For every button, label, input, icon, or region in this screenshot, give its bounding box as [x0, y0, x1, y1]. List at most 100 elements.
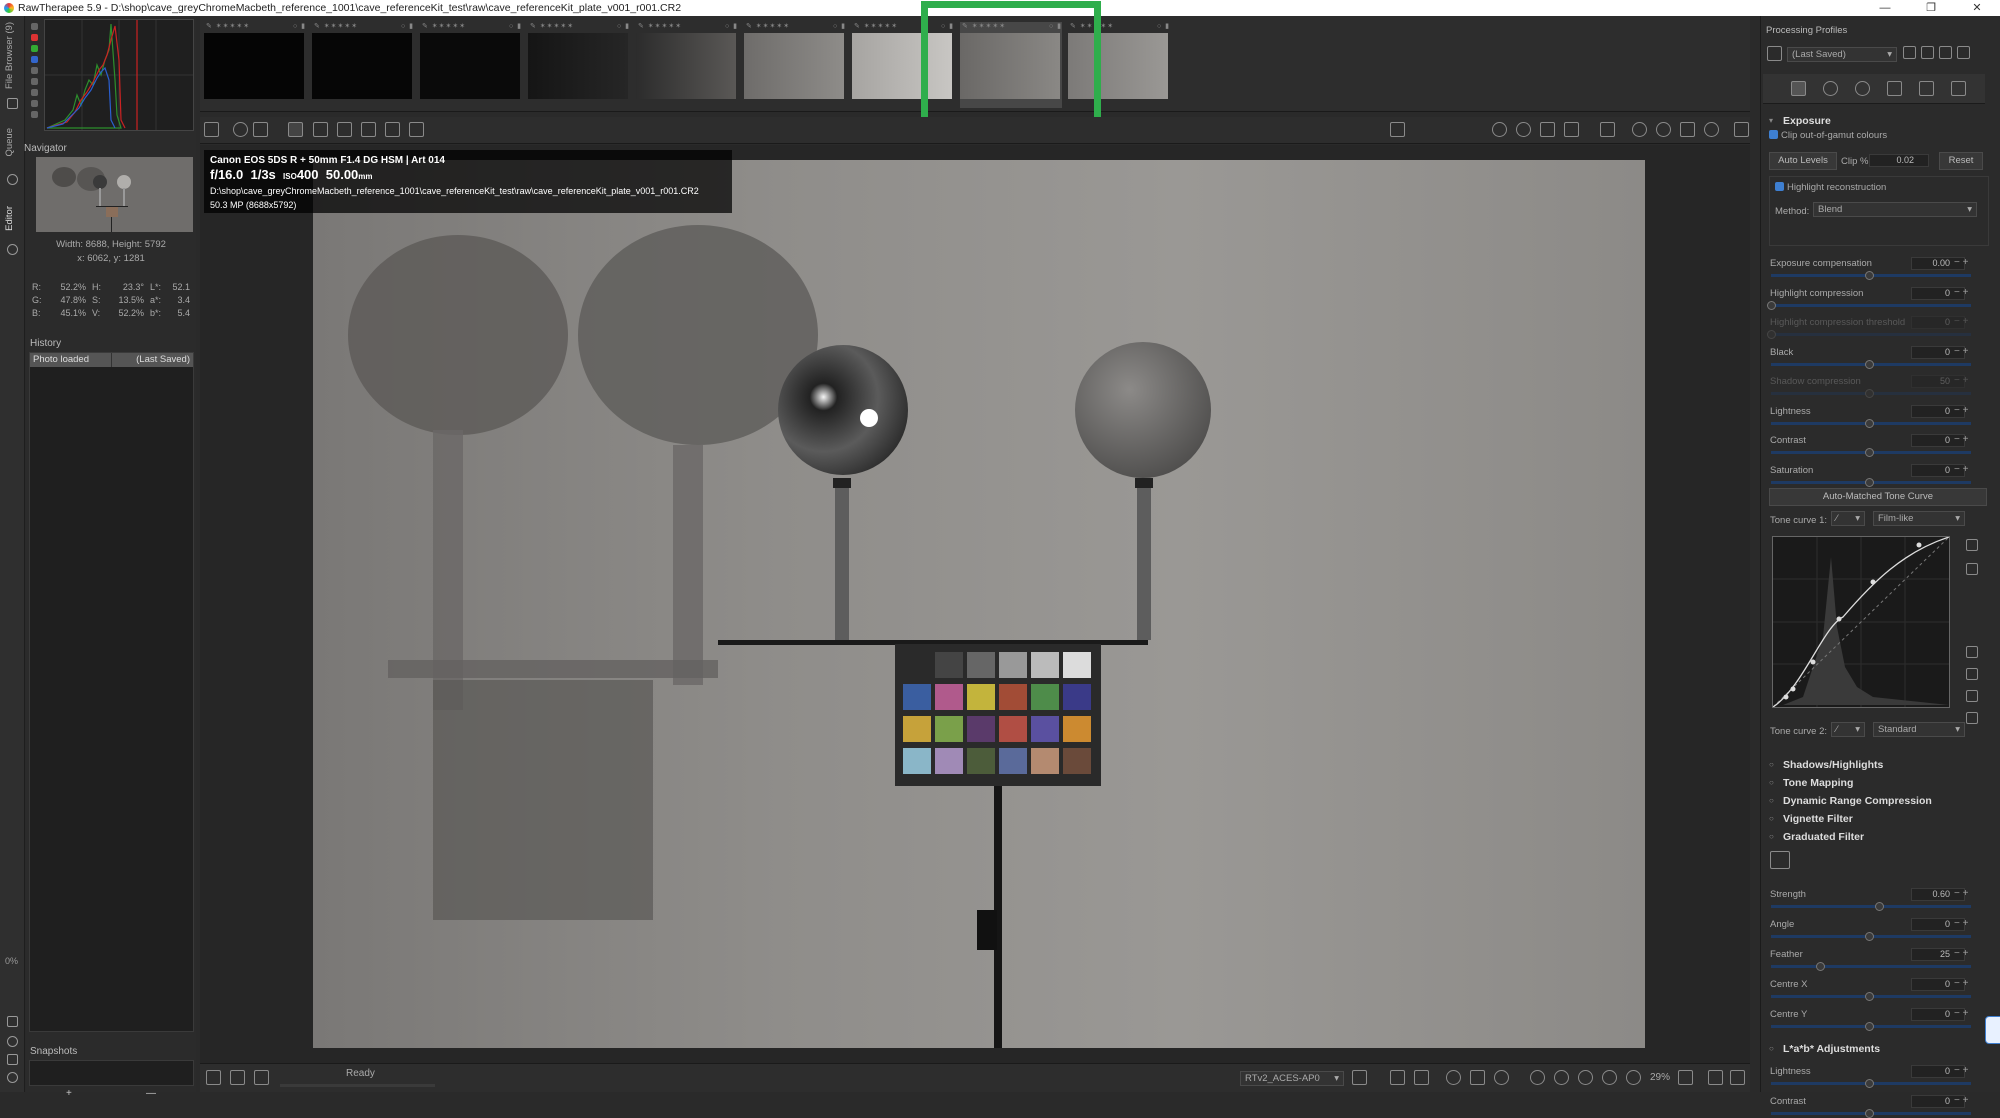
slider-track[interactable] [1771, 271, 1971, 280]
slider-stepper[interactable]: − + [1954, 888, 1968, 899]
graduated-filter-edit-icon[interactable] [1770, 851, 1790, 869]
thumbnail[interactable]: ✎ ✶✶✶✶✶ ○ ▮ [528, 22, 630, 108]
slider-knob[interactable] [1865, 359, 1874, 369]
collapse-icon[interactable] [1730, 1070, 1745, 1085]
slider-track[interactable] [1771, 1079, 1971, 1088]
red-channel-icon[interactable] [31, 34, 38, 41]
intent-icon[interactable] [1352, 1070, 1367, 1085]
curve-edit-icon[interactable] [1966, 539, 1978, 551]
thumbnail[interactable]: ✎ ✶✶✶✶✶ ○ ▮ [204, 22, 306, 108]
slider-knob[interactable] [1865, 1079, 1874, 1088]
fullscreen-icon[interactable] [1708, 1070, 1723, 1085]
slider-knob[interactable] [1865, 1022, 1874, 1031]
clip-value[interactable]: 0.02 [1869, 154, 1929, 167]
slider-stepper[interactable]: − + [1954, 918, 1968, 929]
histogram-mode-icon[interactable] [31, 111, 38, 118]
zoom-in-icon[interactable] [1554, 1070, 1569, 1085]
sync-icon[interactable] [1470, 1070, 1485, 1085]
luminance-icon[interactable] [31, 67, 38, 74]
profile-list-icon[interactable] [1767, 46, 1782, 61]
slider-track[interactable] [1771, 992, 1971, 1001]
slider-stepper[interactable]: − + [1954, 316, 1968, 327]
tone-curve-1-type-select[interactable]: ⁄ [1831, 511, 1865, 526]
slider-knob[interactable] [1865, 389, 1874, 398]
slider-stepper[interactable]: − + [1954, 978, 1968, 989]
preview-grid-icon[interactable] [409, 122, 424, 137]
open-profile-icon[interactable] [1903, 46, 1916, 59]
slider-track[interactable] [1767, 300, 1971, 310]
grid-icon[interactable] [7, 1054, 18, 1065]
tab-advanced-icon[interactable] [1887, 81, 1902, 96]
profile-select[interactable]: (Last Saved) [1787, 47, 1897, 62]
save-icon[interactable] [206, 1070, 221, 1085]
slider-track[interactable] [1771, 418, 1971, 428]
slider-track[interactable] [1771, 359, 1971, 369]
slider-stepper[interactable]: − + [1954, 287, 1968, 298]
slider-knob[interactable] [1865, 992, 1874, 1001]
hide-right-panel-icon[interactable] [1734, 122, 1749, 137]
folder-icon[interactable] [7, 98, 18, 109]
slider-knob[interactable] [1874, 902, 1884, 911]
slider-stepper[interactable]: − + [1954, 464, 1968, 475]
queue-icon[interactable] [230, 1070, 245, 1085]
tone-curve-editor[interactable] [1772, 536, 1950, 708]
remote-support-tab[interactable] [1985, 1016, 2000, 1044]
slider-knob[interactable] [1865, 932, 1874, 941]
slider-knob[interactable] [1767, 300, 1776, 310]
navigator-thumbnail[interactable] [36, 157, 193, 232]
section-tone-mapping[interactable]: Tone Mapping [1763, 774, 1993, 792]
slider-track[interactable] [1771, 1022, 1971, 1031]
paste-profile-icon[interactable] [1957, 46, 1970, 59]
exposure-section-header[interactable]: Exposure [1763, 112, 1993, 130]
auto-levels-button[interactable]: Auto Levels [1769, 152, 1837, 170]
tab-color-icon[interactable] [1855, 81, 1870, 96]
curve-save-icon[interactable] [1966, 712, 1978, 724]
zoom-100-icon[interactable] [1578, 1070, 1593, 1085]
info-icon[interactable] [233, 122, 248, 137]
tone-curve-2-type-select[interactable]: ⁄ [1831, 722, 1865, 737]
tab-transform-icon[interactable] [1919, 81, 1934, 96]
minimize-button[interactable]: — [1862, 0, 1908, 16]
slider-stepper[interactable]: − + [1954, 434, 1968, 445]
pencil-icon[interactable] [7, 1016, 18, 1027]
auto-matched-tone-curve-button[interactable]: Auto-Matched Tone Curve [1769, 488, 1987, 506]
raw-histogram-icon[interactable] [31, 89, 38, 96]
zoom-out-icon[interactable] [1530, 1070, 1545, 1085]
reset-button[interactable]: Reset [1939, 152, 1983, 170]
output-profile-select[interactable]: RTv2_ACES-AP0 [1240, 1071, 1344, 1086]
curve-paste-icon[interactable] [1966, 668, 1978, 680]
hide-left-panel-icon[interactable] [204, 122, 219, 137]
curve-picker-icon[interactable] [1966, 563, 1978, 575]
section-shadows-highlights[interactable]: Shadows/Highlights [1763, 756, 1993, 774]
bar-icon[interactable] [31, 100, 38, 107]
rotate-left-icon[interactable] [1632, 122, 1647, 137]
settings-icon[interactable] [7, 1072, 18, 1083]
add-snapshot-button[interactable]: + [66, 1088, 72, 1099]
slider-knob[interactable] [1865, 1109, 1874, 1118]
thumbnail[interactable]: ✎ ✶✶✶✶✶ ○ ▮ [420, 22, 522, 108]
slider-track[interactable] [1771, 477, 1971, 487]
slider-knob[interactable] [1865, 477, 1874, 487]
tab-detail-icon[interactable] [1823, 81, 1838, 96]
slider-stepper[interactable]: − + [1954, 405, 1968, 416]
soft-proof-icon[interactable] [1390, 1070, 1405, 1085]
white-balance-picker-icon[interactable] [313, 122, 328, 137]
new-window-icon[interactable] [1678, 1070, 1693, 1085]
tab-queue[interactable]: Queue [4, 128, 15, 157]
hand-tool-icon[interactable] [288, 122, 303, 137]
zoom-fit-icon[interactable] [1602, 1070, 1617, 1085]
next-image-icon[interactable] [1494, 1070, 1509, 1085]
slider-stepper[interactable]: − + [1954, 346, 1968, 357]
method-select[interactable]: Blend [1813, 202, 1977, 217]
warning-icon[interactable] [1564, 122, 1579, 137]
slider-knob[interactable] [1865, 418, 1874, 428]
rotate-right-icon[interactable] [1656, 122, 1671, 137]
save-profile-icon[interactable] [1921, 46, 1934, 59]
thumbnail[interactable]: ✎ ✶✶✶✶✶ ○ ▮ [312, 22, 414, 108]
slider-knob[interactable] [1816, 962, 1825, 971]
histogram-type-icon[interactable] [31, 23, 38, 30]
editor-icon[interactable] [7, 244, 18, 255]
gamut-check-icon[interactable] [1414, 1070, 1429, 1085]
tab-editor[interactable]: Editor [4, 206, 15, 231]
image-viewer[interactable]: Canon EOS 5DS R + 50mm F1.4 DG HSM | Art… [200, 145, 1750, 1063]
